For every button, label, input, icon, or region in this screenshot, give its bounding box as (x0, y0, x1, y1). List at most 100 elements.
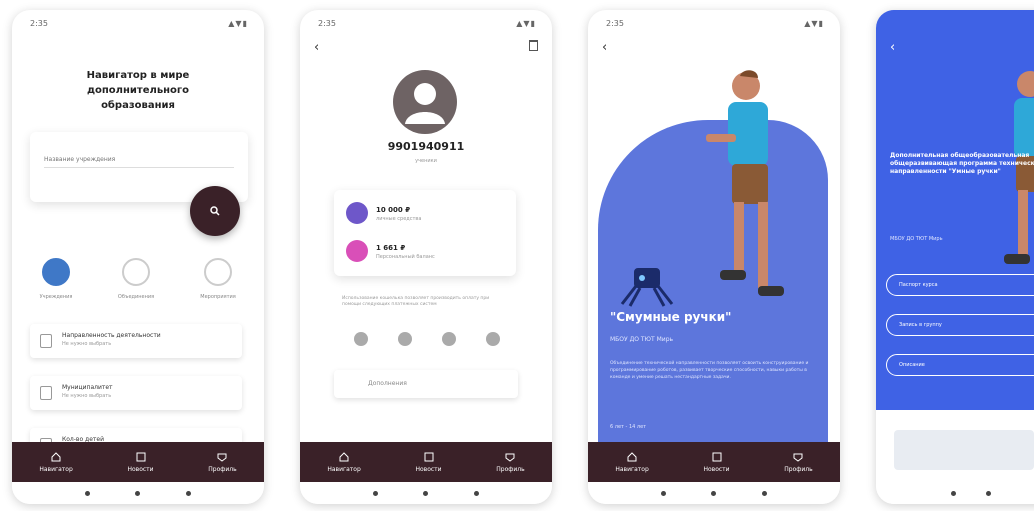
phone-number: 9901940911 (387, 140, 465, 153)
phone-screen-navigator: 2:35 ▲▼▮ Навигатор в мире дополнительного… (12, 10, 264, 504)
page-title: Навигатор в мире дополнительного образов… (86, 70, 190, 111)
balance-amount: 10 000 ₽ (376, 206, 411, 214)
back-arrow-icon[interactable]: ‹ (314, 40, 319, 55)
bottom-nav: Навигатор Новости Профиль (300, 442, 552, 482)
back-arrow-icon[interactable]: ‹ (890, 40, 895, 55)
course-age: 6 лет - 14 лет (610, 424, 647, 430)
home-dot[interactable] (711, 490, 717, 496)
nav-label: Профиль (784, 466, 813, 473)
radio-label: Мероприятия (200, 294, 236, 300)
news-icon (136, 452, 146, 462)
child-illustration (706, 70, 784, 296)
payment-icon[interactable] (398, 332, 412, 346)
wallet-note: Использование кошелька позволяет произво… (342, 296, 490, 307)
home-icon (51, 452, 61, 462)
filter-value: Не нужно выбрать (62, 393, 112, 399)
back-dot[interactable] (84, 490, 90, 496)
robot-illustration (620, 268, 674, 307)
balance-label: Персональный баланс (376, 254, 435, 260)
building-icon (40, 386, 52, 400)
nav-label: Новости (127, 466, 154, 473)
nav-news[interactable]: Новости (415, 451, 442, 473)
radio-institutions[interactable] (42, 258, 70, 286)
payment-icon[interactable] (354, 332, 368, 346)
bottom-nav: Навигатор Новости Профиль (588, 442, 840, 482)
nav-news[interactable]: Новости (703, 451, 730, 473)
search-input[interactable] (44, 152, 234, 168)
profile-icon (505, 453, 515, 462)
filter-municipality[interactable]: Муниципалитет Не нужно выбрать (30, 376, 242, 410)
system-nav-bar (12, 482, 264, 504)
nav-label: Навигатор (327, 466, 361, 473)
nav-profile[interactable]: Профиль (784, 451, 813, 473)
nav-news[interactable]: Новости (127, 451, 154, 473)
home-dot[interactable] (135, 490, 141, 496)
nav-navigator[interactable]: Навигатор (615, 451, 649, 473)
screenshot-stage: 2:35 ▲▼▮ Навигатор в мире дополнительного… (0, 0, 1034, 511)
phone-screen-program: ‹ Дополнительная общеобразовательная общ… (876, 10, 1034, 504)
nav-label: Навигатор (39, 466, 73, 473)
filter-direction[interactable]: Направленность деятельности Не нужно выб… (30, 324, 242, 358)
program-organization: МБОУ ДО ТЮТ Мирь (890, 236, 943, 242)
nav-label: Профиль (496, 466, 525, 473)
back-dot[interactable] (951, 490, 956, 496)
nav-profile[interactable]: Профиль (496, 451, 525, 473)
filter-title: Муниципалитет (62, 384, 113, 391)
nav-label: Новости (415, 466, 442, 473)
type-selector: Учреждения Объединения Мероприятия (26, 258, 250, 308)
nav-profile[interactable]: Профиль (208, 451, 237, 473)
home-dot[interactable] (986, 490, 991, 496)
support-button[interactable]: Дополнения (334, 370, 518, 398)
profile-icon (793, 453, 803, 462)
back-arrow-icon[interactable]: ‹ (602, 40, 607, 55)
profile-icon (217, 453, 227, 462)
bottom-nav: Навигатор Новости Профиль (12, 442, 264, 482)
description-button[interactable]: Описание (886, 354, 1034, 376)
enroll-button[interactable]: Запись в группу (886, 314, 1034, 336)
home-icon (627, 452, 637, 462)
radio-associations[interactable] (122, 258, 150, 286)
status-bar: 2:35 ▲▼▮ (30, 19, 248, 28)
payment-icon[interactable] (486, 332, 500, 346)
filter-title: Направленность деятельности (62, 332, 161, 339)
account-role: ученики (415, 158, 437, 164)
program-title: Дополнительная общеобразовательная общер… (890, 152, 1034, 175)
news-icon (712, 452, 722, 462)
system-nav-bar (876, 482, 1034, 504)
payment-icon[interactable] (442, 332, 456, 346)
home-dot[interactable] (423, 490, 429, 496)
search-button[interactable] (190, 186, 240, 236)
recent-dot[interactable] (762, 490, 768, 496)
nav-label: Навигатор (615, 466, 649, 473)
recent-dot[interactable] (474, 490, 480, 496)
location-map[interactable] (894, 430, 1034, 470)
course-passport-button[interactable]: Паспорт курса (886, 274, 1034, 296)
trash-icon[interactable] (529, 40, 538, 51)
payment-systems (354, 332, 500, 346)
avatar (393, 70, 457, 134)
back-dot[interactable] (372, 490, 378, 496)
system-nav-bar (588, 482, 840, 504)
nav-label: Новости (703, 466, 730, 473)
status-bar: 2:35 ▲▼▮ (318, 19, 536, 28)
system-nav-bar (300, 482, 552, 504)
home-icon (339, 452, 349, 462)
wallet-icon (346, 202, 368, 224)
filter-value: Не нужно выбрать (62, 341, 112, 347)
back-dot[interactable] (660, 490, 666, 496)
user-icon (405, 83, 445, 124)
radio-label: Объединения (117, 294, 155, 300)
recent-dot[interactable] (186, 490, 192, 496)
status-bar: 2:35 ▲▼▮ (606, 19, 824, 28)
course-organization: МБОУ ДО ТЮТ Мирь (610, 336, 674, 343)
nav-navigator[interactable]: Навигатор (39, 451, 73, 473)
nav-label: Профиль (208, 466, 237, 473)
news-icon (424, 452, 434, 462)
balance-card: 10 000 ₽ личные средства 1 661 ₽ Персона… (334, 190, 516, 276)
radio-label: Учреждения (39, 294, 73, 300)
phone-screen-course: 2:35 ▲▼▮ ‹ "Cмумные ручки" МБОУ ДО ТЮТ Ми… (588, 10, 840, 504)
search-icon (210, 206, 220, 216)
nav-navigator[interactable]: Навигатор (327, 451, 361, 473)
radio-events[interactable] (204, 258, 232, 286)
phone-screen-profile: 2:35 ▲▼▮ ‹ 9901940911 ученики 10 000 ₽ ли… (300, 10, 552, 504)
